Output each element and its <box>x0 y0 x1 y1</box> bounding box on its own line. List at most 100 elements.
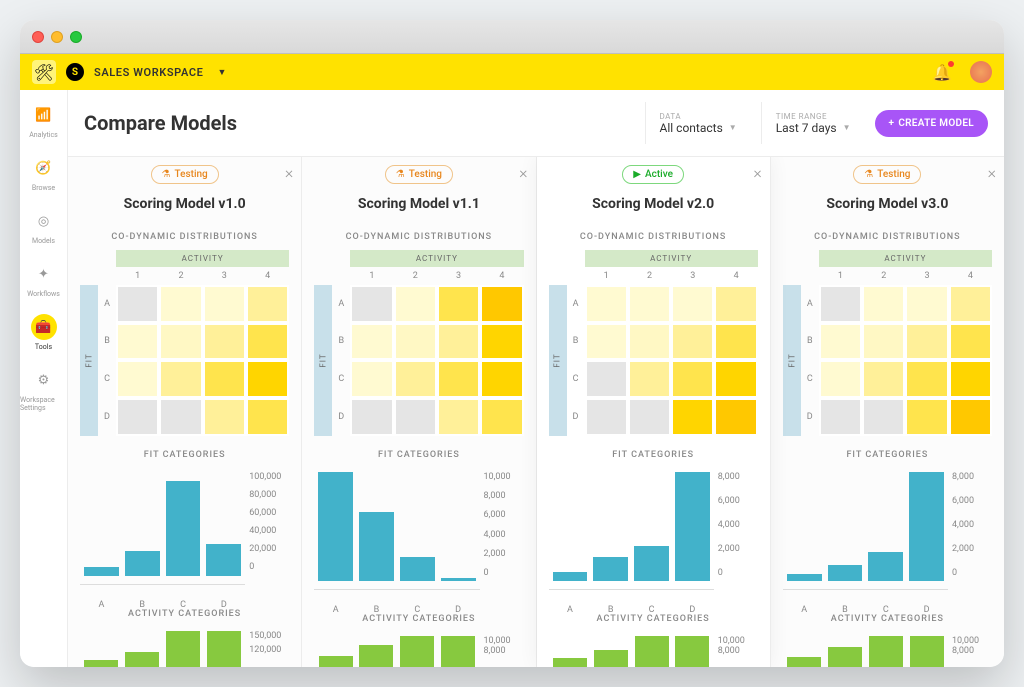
heatmap-cell[interactable] <box>628 398 671 436</box>
bar[interactable] <box>359 645 393 667</box>
bar[interactable] <box>909 472 944 582</box>
bar[interactable] <box>553 572 588 581</box>
heatmap-cell[interactable] <box>671 360 714 398</box>
create-model-button[interactable]: +CREATE MODEL <box>875 110 989 137</box>
heatmap-cell[interactable] <box>949 360 992 398</box>
heatmap-cell[interactable] <box>905 285 948 323</box>
bar[interactable] <box>593 557 628 581</box>
heatmap-cell[interactable] <box>437 398 480 436</box>
heatmap-cell[interactable] <box>671 323 714 361</box>
heatmap-cell[interactable] <box>714 323 757 361</box>
close-icon[interactable]: × <box>519 163 527 182</box>
bar[interactable] <box>787 657 821 667</box>
heatmap-cell[interactable] <box>350 323 393 361</box>
bar[interactable] <box>125 551 160 576</box>
heatmap-cell[interactable] <box>671 398 714 436</box>
bar[interactable] <box>910 636 944 667</box>
close-icon[interactable]: × <box>285 163 293 182</box>
heatmap-cell[interactable] <box>350 360 393 398</box>
close-icon[interactable]: × <box>753 163 761 182</box>
heatmap-cell[interactable] <box>437 360 480 398</box>
heatmap-cell[interactable] <box>862 285 905 323</box>
heatmap-cell[interactable] <box>862 323 905 361</box>
chevron-down-icon[interactable]: ▼ <box>217 67 226 78</box>
bar[interactable] <box>675 472 710 582</box>
window-minimize-icon[interactable] <box>51 31 63 43</box>
heatmap-cell[interactable] <box>350 398 393 436</box>
bar[interactable] <box>84 567 119 576</box>
heatmap-cell[interactable] <box>714 285 757 323</box>
sidebar-item-settings[interactable]: ⚙Workspace Settings <box>20 359 67 420</box>
sidebar-item-browse[interactable]: 🧭Browse <box>20 147 67 200</box>
close-icon[interactable]: × <box>988 163 996 182</box>
app-logo-icon[interactable]: 🛠 <box>32 60 56 84</box>
sidebar-item-workflows[interactable]: ✦Workflows <box>20 253 67 306</box>
bar[interactable] <box>84 660 118 667</box>
sidebar-item-analytics[interactable]: 📶Analytics <box>20 94 67 147</box>
heatmap-cell[interactable] <box>628 360 671 398</box>
heatmap-cell[interactable] <box>480 398 523 436</box>
heatmap-cell[interactable] <box>203 398 246 436</box>
heatmap-cell[interactable] <box>585 398 628 436</box>
heatmap-cell[interactable] <box>714 398 757 436</box>
heatmap-cell[interactable] <box>819 398 862 436</box>
bell-icon[interactable]: 🔔 <box>932 63 952 82</box>
heatmap-cell[interactable] <box>480 285 523 323</box>
heatmap-cell[interactable] <box>480 360 523 398</box>
sidebar-item-tools[interactable]: 🧰Tools <box>20 306 67 359</box>
bar[interactable] <box>594 650 628 667</box>
heatmap-cell[interactable] <box>116 360 159 398</box>
heatmap-cell[interactable] <box>819 360 862 398</box>
heatmap-cell[interactable] <box>949 398 992 436</box>
bar[interactable] <box>206 544 241 575</box>
heatmap-cell[interactable] <box>905 323 948 361</box>
heatmap-cell[interactable] <box>819 323 862 361</box>
bar[interactable] <box>207 631 241 667</box>
bar[interactable] <box>400 557 435 582</box>
sidebar-item-models[interactable]: ◎Models <box>20 200 67 253</box>
window-close-icon[interactable] <box>32 31 44 43</box>
heatmap-cell[interactable] <box>246 360 289 398</box>
heatmap-cell[interactable] <box>116 285 159 323</box>
workspace-name[interactable]: SALES WORKSPACE <box>94 66 203 79</box>
heatmap-cell[interactable] <box>819 285 862 323</box>
bar[interactable] <box>319 656 353 667</box>
heatmap-cell[interactable] <box>585 285 628 323</box>
window-zoom-icon[interactable] <box>70 31 82 43</box>
bar[interactable] <box>828 565 863 582</box>
heatmap-cell[interactable] <box>905 360 948 398</box>
bar[interactable] <box>166 631 200 667</box>
heatmap-cell[interactable] <box>862 360 905 398</box>
heatmap-cell[interactable] <box>159 323 202 361</box>
bar[interactable] <box>125 652 159 667</box>
bar[interactable] <box>553 658 587 667</box>
heatmap-cell[interactable] <box>350 285 393 323</box>
bar[interactable] <box>441 636 475 667</box>
bar[interactable] <box>868 552 903 581</box>
heatmap-cell[interactable] <box>628 323 671 361</box>
heatmap-cell[interactable] <box>203 323 246 361</box>
heatmap-cell[interactable] <box>949 323 992 361</box>
heatmap-cell[interactable] <box>480 323 523 361</box>
heatmap-cell[interactable] <box>585 360 628 398</box>
heatmap-cell[interactable] <box>394 398 437 436</box>
bar[interactable] <box>787 574 822 581</box>
heatmap-cell[interactable] <box>116 398 159 436</box>
bar[interactable] <box>318 472 353 582</box>
heatmap-cell[interactable] <box>437 285 480 323</box>
heatmap-cell[interactable] <box>246 398 289 436</box>
bar[interactable] <box>828 647 862 667</box>
heatmap-cell[interactable] <box>159 285 202 323</box>
heatmap-cell[interactable] <box>394 360 437 398</box>
bar[interactable] <box>675 636 709 667</box>
bar[interactable] <box>166 481 201 575</box>
heatmap-cell[interactable] <box>628 285 671 323</box>
heatmap-cell[interactable] <box>905 398 948 436</box>
bar[interactable] <box>635 636 669 667</box>
heatmap-cell[interactable] <box>949 285 992 323</box>
bar[interactable] <box>869 636 903 667</box>
heatmap-cell[interactable] <box>246 285 289 323</box>
bar[interactable] <box>359 512 394 581</box>
avatar[interactable] <box>970 61 992 83</box>
heatmap-cell[interactable] <box>116 323 159 361</box>
